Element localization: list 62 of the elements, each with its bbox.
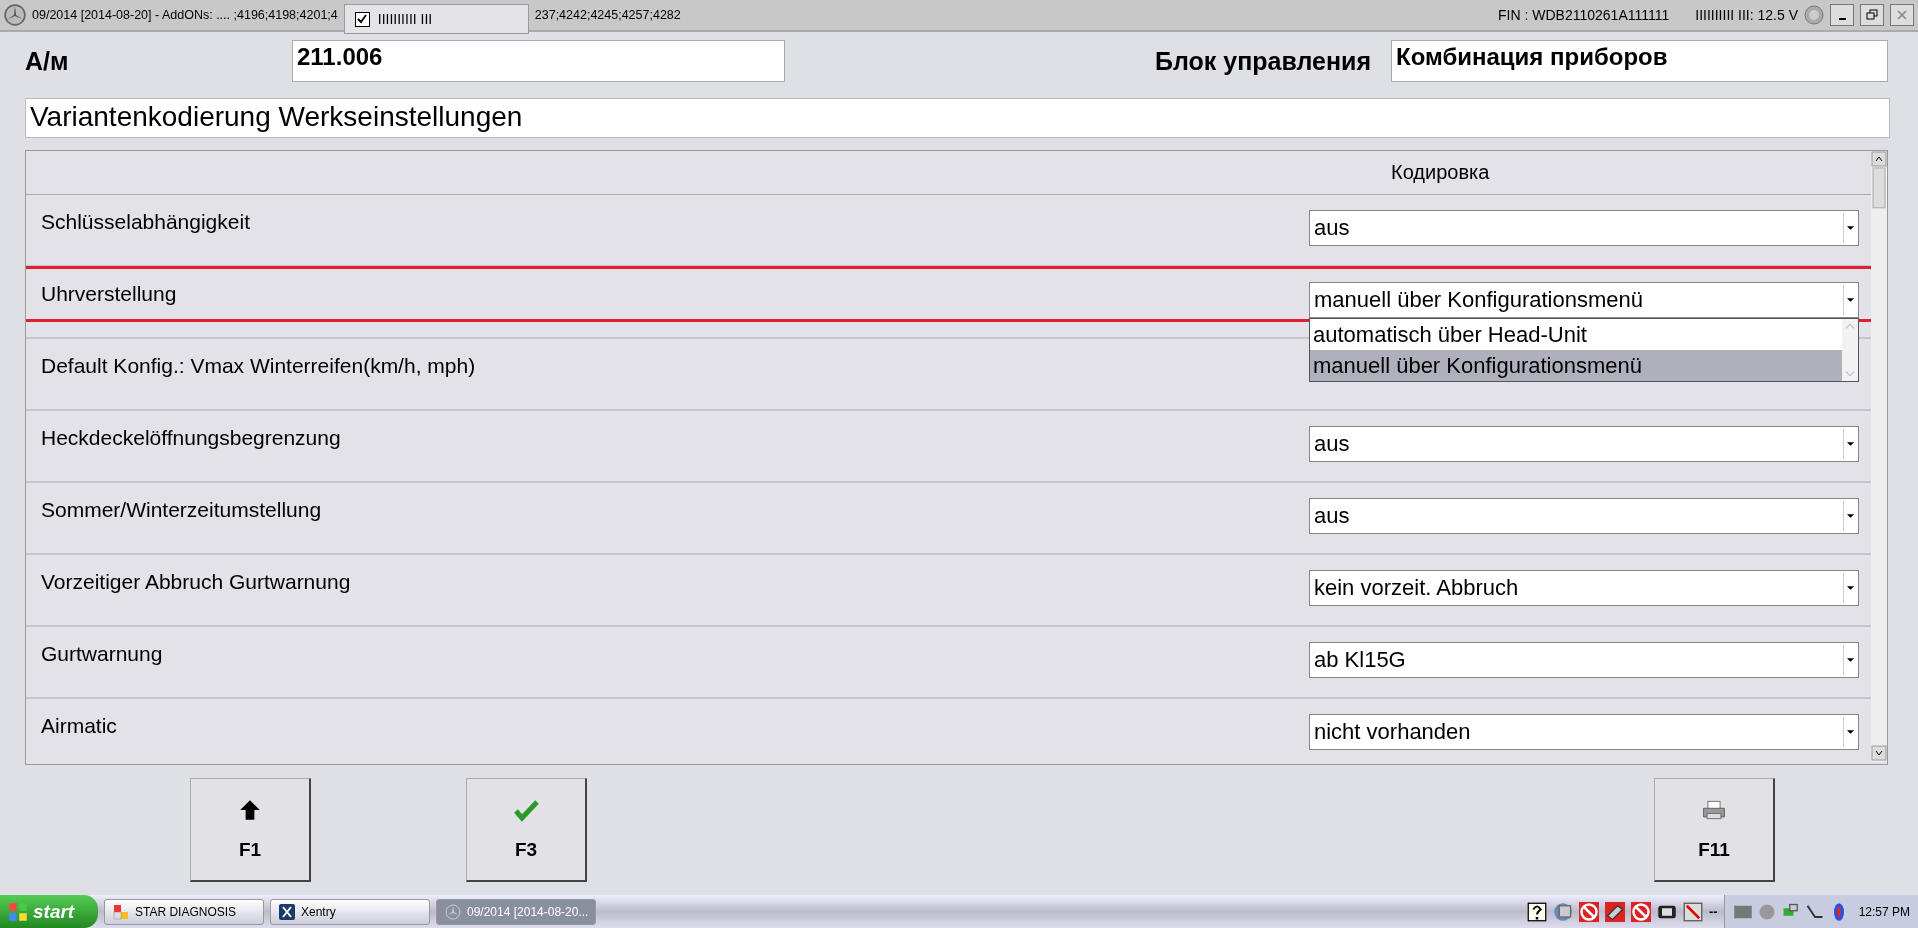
control-unit-field: Комбинация приборов: [1391, 40, 1888, 82]
function-key-button[interactable]: F3: [466, 778, 587, 882]
close-icon: [1896, 9, 1908, 21]
vehicle-label: А/м: [25, 46, 70, 76]
popup-text: IIIIIIIIII III: [377, 11, 433, 27]
parameter-name: Airmatic: [40, 713, 118, 739]
parameter-name: Sommer/Winterzeitumstellung: [40, 497, 323, 523]
dropdown-arrow-icon[interactable]: [1843, 285, 1856, 315]
scrollbar-drawing: [1842, 319, 1858, 381]
computer-icon[interactable]: [1552, 901, 1573, 922]
restore-icon: [1866, 9, 1878, 21]
value-dropdown[interactable]: aus: [1309, 426, 1859, 462]
voltage-text: IIIIIIIIII III: 12.5 V: [1695, 7, 1798, 23]
value-dropdown[interactable]: nicht vorhanden: [1309, 714, 1859, 750]
star-logo-icon: [4, 4, 26, 26]
help-icon[interactable]: [1526, 901, 1547, 922]
star-logo-icon: [445, 903, 461, 920]
dropdown-arrow-icon[interactable]: [1843, 573, 1856, 603]
parameter-name: Gurtwarnung: [40, 641, 164, 667]
window-title: 09/2014 [2014-08-20] - AddONs: .... ;4196;4198;4201;4: [32, 8, 338, 22]
taskbar-button[interactable]: Xentry: [270, 898, 430, 925]
parameter-name: Schlüsselabhängigkeit: [40, 209, 251, 235]
windows-logo-icon: [8, 901, 28, 922]
clock: 12:57 PM: [1858, 904, 1910, 919]
parameter-name: Vorzeitiger Abbruch Gurtwarnung: [40, 569, 352, 595]
checkbox[interactable]: [354, 11, 370, 27]
value-dropdown[interactable]: manuell über Konfigurationsmenü: [1309, 282, 1859, 318]
globe-icon: [1804, 5, 1824, 25]
value-dropdown[interactable]: aus: [1309, 210, 1859, 246]
control-unit-label: Блок управления: [1155, 46, 1371, 76]
close-button[interactable]: [1890, 4, 1914, 26]
taskbar-button[interactable]: STAR DIAGNOSIS: [104, 898, 264, 925]
dropdown-arrow-icon[interactable]: [1843, 717, 1856, 747]
dropdown-arrow-icon[interactable]: [1843, 213, 1856, 243]
minimize-icon: [1838, 18, 1846, 20]
section-title: Variantenkodierung Werkseinstellungen: [25, 98, 1890, 138]
dropdown-option[interactable]: automatisch über Head-Unit: [1310, 319, 1842, 350]
parameter-name: Heckdeckelöffnungsbegrenzung: [40, 425, 342, 451]
function-key-button[interactable]: F11: [1654, 778, 1775, 882]
blocked-icon[interactable]: [1578, 901, 1599, 922]
value-dropdown[interactable]: kein vorzeit. Abbruch: [1309, 570, 1859, 606]
device-icon[interactable]: [1604, 901, 1625, 922]
blocked-icon[interactable]: [1630, 901, 1651, 922]
value-dropdown[interactable]: ab Kl15G: [1309, 642, 1859, 678]
function-key-button[interactable]: F1: [190, 778, 311, 882]
dropdown-arrow-icon[interactable]: [1843, 645, 1856, 675]
value-dropdown[interactable]: aus: [1309, 498, 1859, 534]
minimize-button[interactable]: [1830, 4, 1854, 26]
restore-button[interactable]: [1860, 4, 1884, 26]
parameter-name: Default Konfig.: Vmax Winterreifen(km/h, mph): [40, 353, 477, 379]
app-icon: [113, 903, 129, 920]
parameter-name: Uhrverstellung: [40, 281, 178, 307]
dropdown-option[interactable]: manuell über Konfigurationsmenü: [1310, 350, 1842, 381]
network-blocked-icon[interactable]: [1682, 901, 1703, 922]
dropdown-arrow-icon[interactable]: [1843, 501, 1856, 531]
tray-text: --: [1708, 904, 1718, 919]
vehicle-field: 211.006: [292, 40, 785, 82]
dropdown-arrow-icon[interactable]: [1843, 429, 1856, 459]
vin-text: FIN : WDB2110261A111111: [1498, 7, 1670, 23]
app-icon: [279, 903, 295, 920]
window-title: 237;4242;4245;4257;4282: [534, 8, 681, 22]
column-heading: Кодировка: [1391, 161, 1490, 184]
